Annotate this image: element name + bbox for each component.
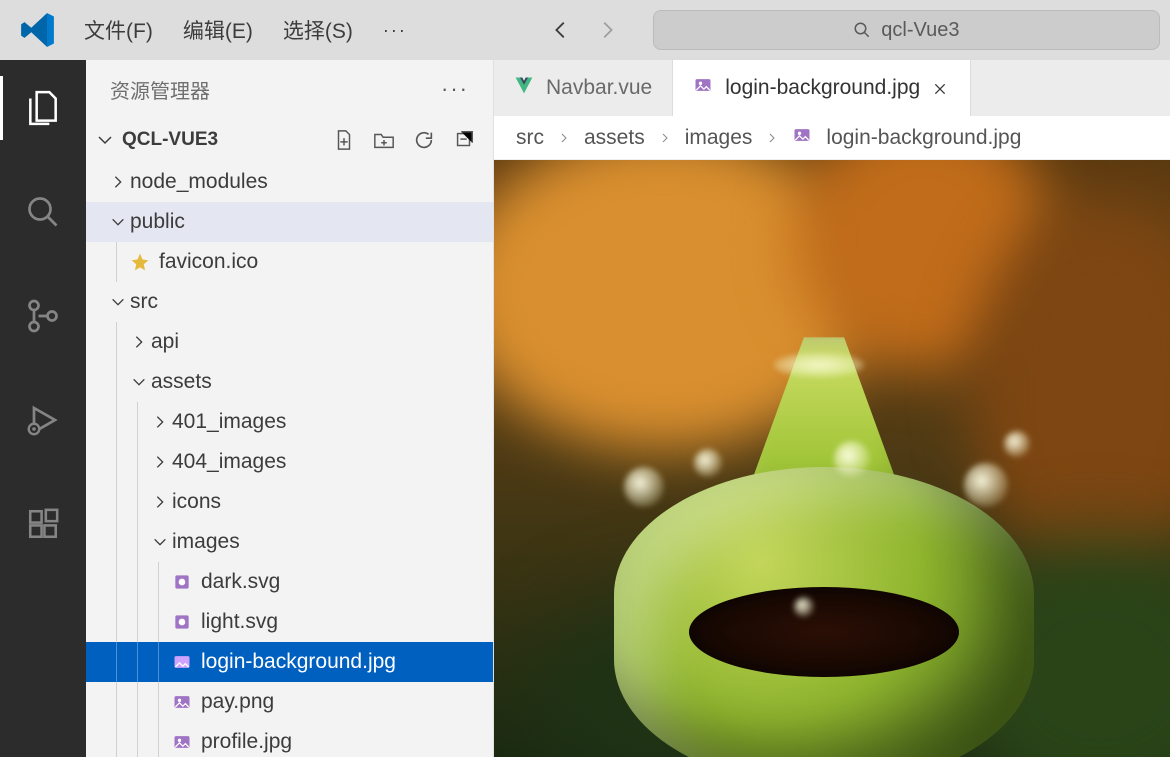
search-icon <box>25 194 61 230</box>
files-icon <box>24 89 62 127</box>
project-header[interactable]: QCL-VUE3 <box>86 118 493 162</box>
tree-label: profile.jpg <box>201 730 292 754</box>
breadcrumb[interactable]: src assets images login-background.jpg <box>494 116 1170 160</box>
tree-label: node_modules <box>130 170 268 194</box>
project-name: QCL-VUE3 <box>122 129 218 151</box>
nav-back-icon[interactable] <box>541 10 581 50</box>
tree-folder-public[interactable]: public <box>86 202 493 242</box>
sidebar-title: 资源管理器 <box>110 75 210 104</box>
source-control-icon <box>25 298 61 334</box>
editor-tabs: Navbar.vue login-background.jpg <box>494 60 1170 116</box>
vue-file-icon <box>514 75 534 101</box>
chevron-down-icon <box>127 374 151 390</box>
sidebar-header: 资源管理器 ··· <box>86 60 493 118</box>
chevron-right-icon <box>148 454 172 470</box>
tree-label: 404_images <box>172 450 286 474</box>
collapse-all-icon[interactable] <box>453 129 475 151</box>
tree-folder-src[interactable]: src <box>86 282 493 322</box>
tree-folder-images[interactable]: images <box>86 522 493 562</box>
tree-label: icons <box>172 490 221 514</box>
tree-file-favicon[interactable]: favicon.ico <box>86 242 493 282</box>
tree-label: pay.png <box>201 690 274 714</box>
tree-file-light-svg[interactable]: light.svg <box>86 602 493 642</box>
tree-folder-api[interactable]: api <box>86 322 493 362</box>
tree-label: light.svg <box>201 610 278 634</box>
svg-file-icon <box>169 572 195 592</box>
breadcrumb-item[interactable]: login-background.jpg <box>826 126 1021 150</box>
sidebar-more-icon[interactable]: ··· <box>441 76 469 102</box>
close-icon[interactable] <box>932 79 950 97</box>
search-icon <box>853 21 871 39</box>
tree-file-profile-jpg[interactable]: profile.jpg <box>86 722 493 757</box>
tree-label: 401_images <box>172 410 286 434</box>
tree-label: dark.svg <box>201 570 280 594</box>
image-file-icon <box>693 75 713 101</box>
activity-extensions[interactable] <box>0 492 86 556</box>
vscode-logo-icon <box>20 12 56 48</box>
nav-forward-icon[interactable] <box>587 10 627 50</box>
tree-label: public <box>130 210 185 234</box>
image-file-icon <box>169 692 195 712</box>
tree-label: src <box>130 290 158 314</box>
tree-folder-icons[interactable]: icons <box>86 482 493 522</box>
chevron-right-icon <box>127 334 151 350</box>
tree-folder-node-modules[interactable]: node_modules <box>86 162 493 202</box>
tree-file-login-background[interactable]: login-background.jpg <box>86 642 493 682</box>
menu-more-icon[interactable]: ··· <box>371 16 419 45</box>
tree-label: api <box>151 330 179 354</box>
chevron-right-icon <box>148 494 172 510</box>
activity-debug[interactable] <box>0 388 86 452</box>
chevron-right-icon <box>766 132 778 144</box>
tab-label: login-background.jpg <box>725 76 920 100</box>
tree-folder-401-images[interactable]: 401_images <box>86 402 493 442</box>
menu-edit[interactable]: 编辑(E) <box>171 7 265 53</box>
chevron-right-icon <box>659 132 671 144</box>
chevron-down-icon <box>96 131 114 149</box>
title-bar: 文件(F) 编辑(E) 选择(S) ··· qcl-Vue3 <box>0 0 1170 60</box>
tree-label: login-background.jpg <box>201 650 396 674</box>
tree-folder-assets[interactable]: assets <box>86 362 493 402</box>
extensions-icon <box>26 507 60 541</box>
tree-label: assets <box>151 370 212 394</box>
chevron-right-icon <box>106 174 130 190</box>
activity-source-control[interactable] <box>0 284 86 348</box>
image-preview[interactable] <box>494 160 1170 757</box>
activity-bar <box>0 60 86 757</box>
tab-login-background[interactable]: login-background.jpg <box>673 60 971 116</box>
explorer-sidebar: 资源管理器 ··· QCL-VUE3 node_modules <box>86 60 494 757</box>
new-folder-icon[interactable] <box>373 129 395 151</box>
tab-label: Navbar.vue <box>546 76 652 100</box>
chevron-down-icon <box>106 214 130 230</box>
svg-file-icon <box>169 612 195 632</box>
refresh-icon[interactable] <box>413 129 435 151</box>
activity-search[interactable] <box>0 180 86 244</box>
new-file-icon[interactable] <box>333 129 355 151</box>
image-file-icon <box>169 652 195 672</box>
debug-icon <box>25 402 61 438</box>
command-center-search[interactable]: qcl-Vue3 <box>653 10 1160 50</box>
breadcrumb-item[interactable]: assets <box>584 126 645 150</box>
tree-file-dark-svg[interactable]: dark.svg <box>86 562 493 602</box>
file-tree: node_modules public favicon.ico src <box>86 162 493 757</box>
chevron-right-icon <box>148 414 172 430</box>
tree-file-pay-png[interactable]: pay.png <box>86 682 493 722</box>
activity-explorer[interactable] <box>0 76 86 140</box>
breadcrumb-item[interactable]: images <box>685 126 753 150</box>
tree-folder-404-images[interactable]: 404_images <box>86 442 493 482</box>
chevron-down-icon <box>148 534 172 550</box>
tab-navbar-vue[interactable]: Navbar.vue <box>494 60 673 116</box>
menu-select[interactable]: 选择(S) <box>271 7 365 53</box>
favicon-icon <box>127 252 153 272</box>
breadcrumb-item[interactable]: src <box>516 126 544 150</box>
image-file-icon <box>792 125 812 151</box>
image-file-icon <box>169 732 195 752</box>
menu-file[interactable]: 文件(F) <box>72 7 165 53</box>
search-text: qcl-Vue3 <box>881 19 959 42</box>
tree-label: favicon.ico <box>159 250 258 274</box>
tree-label: images <box>172 530 240 554</box>
editor-area: Navbar.vue login-background.jpg src asse… <box>494 60 1170 757</box>
chevron-down-icon <box>106 294 130 310</box>
chevron-right-icon <box>558 132 570 144</box>
